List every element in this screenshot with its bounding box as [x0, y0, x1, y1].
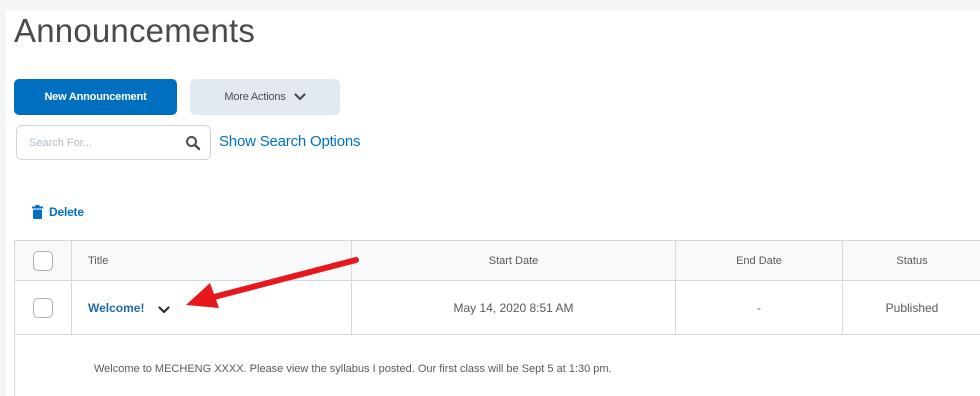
- trash-icon: [32, 205, 43, 219]
- new-announcement-label: New Announcement: [44, 91, 147, 103]
- more-actions-label: More Actions: [224, 91, 286, 103]
- column-header-title[interactable]: Title: [72, 241, 352, 280]
- table-header: Title Start Date End Date Status: [15, 241, 980, 281]
- row-checkbox-cell: [15, 281, 72, 334]
- announcements-page: Announcements New Announcement More Acti…: [6, 10, 980, 396]
- column-title-label: Title: [88, 254, 109, 267]
- delete-label: Delete: [49, 205, 84, 219]
- show-search-options-link[interactable]: Show Search Options: [219, 133, 360, 150]
- select-all-checkbox[interactable]: [33, 250, 53, 271]
- column-header-start-date[interactable]: Start Date: [352, 241, 676, 280]
- row-end-date: -: [676, 281, 843, 334]
- row-status: Published: [843, 281, 980, 334]
- chevron-down-icon[interactable]: [158, 305, 171, 315]
- header-checkbox-cell: [15, 241, 72, 280]
- announcement-title-link[interactable]: Welcome!: [88, 301, 144, 315]
- search-box: [16, 125, 211, 160]
- column-header-status[interactable]: Status: [843, 241, 980, 280]
- table-row: Welcome! May 14, 2020 8:51 AM - Publishe…: [15, 281, 980, 335]
- announcements-table: Title Start Date End Date Status Welcome…: [14, 240, 980, 396]
- new-announcement-button[interactable]: New Announcement: [14, 79, 177, 115]
- search-icon[interactable]: [185, 135, 201, 151]
- chevron-down-icon: [293, 93, 306, 101]
- column-status-label: Status: [896, 254, 928, 267]
- announcement-body-text: Welcome to MECHENG XXXX. Please view the…: [94, 363, 612, 375]
- delete-button[interactable]: Delete: [32, 205, 84, 219]
- row-start-date: May 14, 2020 8:51 AM: [352, 281, 676, 334]
- end-date-value: -: [757, 300, 761, 315]
- column-start-date-label: Start Date: [488, 254, 539, 267]
- status-value: Published: [885, 300, 939, 315]
- start-date-value: May 14, 2020 8:51 AM: [453, 300, 574, 315]
- column-end-date-label: End Date: [736, 254, 782, 267]
- search-input[interactable]: [17, 126, 177, 159]
- more-actions-button[interactable]: More Actions: [190, 79, 340, 115]
- column-header-end-date[interactable]: End Date: [676, 241, 843, 280]
- announcement-body-row: Welcome to MECHENG XXXX. Please view the…: [15, 336, 980, 396]
- row-checkbox[interactable]: [33, 297, 53, 318]
- page-title: Announcements: [14, 12, 256, 49]
- row-title-cell: Welcome!: [72, 281, 352, 334]
